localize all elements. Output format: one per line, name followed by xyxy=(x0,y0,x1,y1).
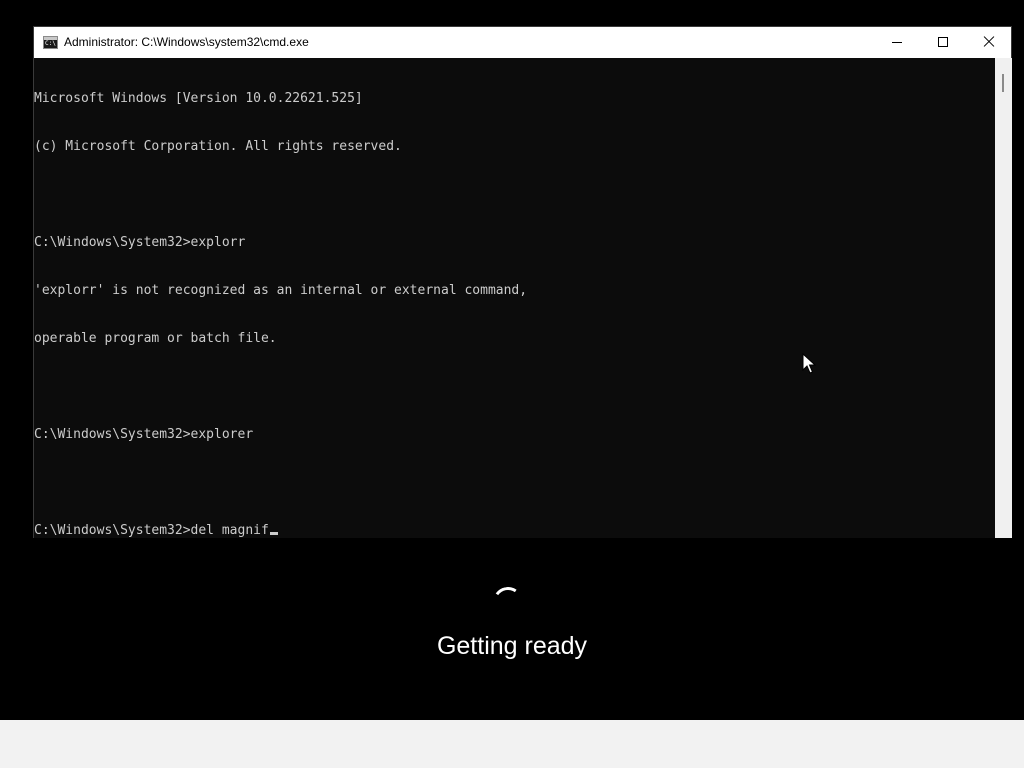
console-line: Microsoft Windows [Version 10.0.22621.52… xyxy=(34,91,363,106)
console-line: C:\Windows\System32>explorr xyxy=(34,235,246,250)
console-line: operable program or batch file. xyxy=(34,331,277,346)
close-button[interactable] xyxy=(966,27,1012,57)
command-prompt-text: C:\Windows\System32>del magnif xyxy=(34,523,269,538)
loading-spinner-icon xyxy=(490,584,526,620)
setup-status-text: Getting ready xyxy=(436,632,588,660)
minimize-button[interactable] xyxy=(874,27,920,57)
mouse-pointer-icon xyxy=(802,353,816,374)
minimize-icon xyxy=(892,41,902,43)
console-line: (c) Microsoft Corporation. All rights re… xyxy=(34,139,402,154)
console-line: C:\Windows\System32>explorer xyxy=(34,427,254,442)
text-cursor xyxy=(269,532,278,535)
title-bar[interactable]: Administrator: C:\Windows\system32\cmd.e… xyxy=(34,27,1011,58)
close-icon xyxy=(983,36,995,48)
bottom-bar xyxy=(0,720,1024,768)
command-prompt-window[interactable]: Administrator: C:\Windows\system32\cmd.e… xyxy=(33,26,1012,538)
console-line: 'explorr' is not recognized as an intern… xyxy=(34,283,528,298)
scrollbar-thumb[interactable] xyxy=(1002,74,1004,92)
vertical-scrollbar[interactable] xyxy=(995,58,1012,538)
cmd-icon xyxy=(43,36,58,49)
maximize-button[interactable] xyxy=(920,27,966,57)
maximize-icon xyxy=(938,37,948,47)
command-input-line[interactable]: C:\Windows\System32>del magnif xyxy=(34,523,995,538)
window-title: Administrator: C:\Windows\system32\cmd.e… xyxy=(64,35,309,49)
console-output[interactable]: Microsoft Windows [Version 10.0.22621.52… xyxy=(34,58,995,538)
